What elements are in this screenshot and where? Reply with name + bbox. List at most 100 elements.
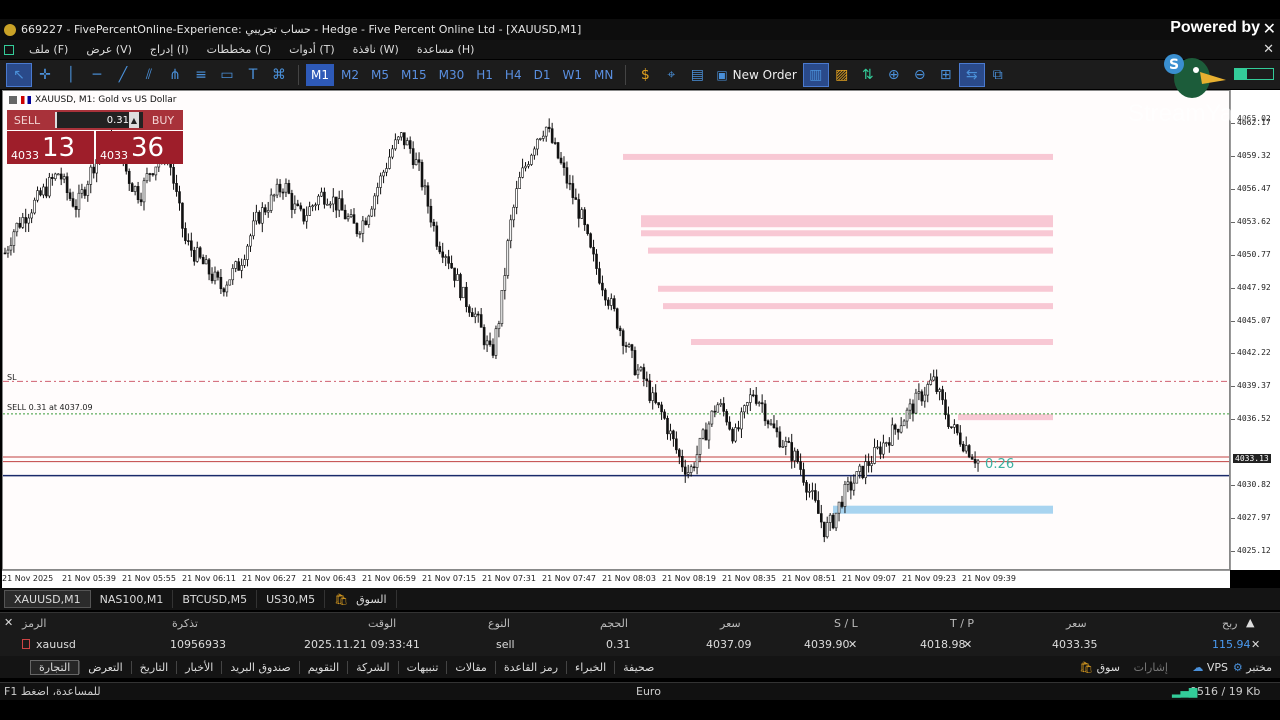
lot-increase-icon[interactable]: ▲ <box>129 112 139 128</box>
remove-tp-icon[interactable]: ✕ <box>963 638 972 651</box>
pitchfork-tool-icon[interactable]: ⋔ <box>162 63 188 87</box>
new-order-button[interactable]: ▣ New Order <box>710 68 802 82</box>
zoom-out-icon[interactable]: ⊖ <box>907 63 933 87</box>
tab-tester[interactable]: ⚙ مختبر <box>1233 661 1272 674</box>
menu-grip-icon <box>4 44 14 55</box>
timeframe-m30[interactable]: M30 <box>434 64 470 86</box>
candle-body <box>494 328 498 356</box>
tab-market-label: السوق <box>356 592 387 606</box>
candle-body <box>846 481 850 485</box>
horizontal-line-tool-icon[interactable]: ─ <box>84 63 110 87</box>
timeframe-h4[interactable]: H4 <box>500 64 527 86</box>
bottom-black-strip <box>0 700 1280 720</box>
sell-price-box[interactable]: 4033 13 <box>7 131 94 164</box>
cell-tp[interactable]: 4018.98 <box>920 638 966 651</box>
folder-icon[interactable]: ▨ <box>829 63 855 87</box>
tab-us30[interactable]: US30,M5 <box>257 590 326 608</box>
bar-chart-icon[interactable]: ▥ <box>802 62 829 87</box>
panel-close-icon[interactable]: ✕ <box>4 616 13 629</box>
scroll-up-icon[interactable]: ▲ <box>1246 616 1254 629</box>
channel-tool-icon[interactable]: ⫽ <box>136 63 162 87</box>
tab-nas100[interactable]: NAS100,M1 <box>91 590 174 608</box>
trend-line-tool-icon[interactable]: ╱ <box>110 63 136 87</box>
menu-charts[interactable]: مخططات (C) <box>198 43 281 56</box>
chart-shift-icon[interactable]: ⇆ <box>958 62 985 87</box>
menu-window[interactable]: نافذة (W) <box>344 43 408 56</box>
tab-code-base[interactable]: رمز القاعدة <box>494 660 566 674</box>
vertical-line-tool-icon[interactable]: │ <box>58 63 84 87</box>
rectangle-tool-icon[interactable]: ▭ <box>214 63 240 87</box>
remove-sl-icon[interactable]: ✕ <box>848 638 857 651</box>
buy-price-box[interactable]: 4033 36 <box>96 131 183 164</box>
tab-journal[interactable]: صحيفة <box>614 660 662 674</box>
timeframe-mn[interactable]: MN <box>589 64 618 86</box>
candle-body <box>83 189 87 196</box>
crosshair-tool-icon[interactable]: ✛ <box>32 63 58 87</box>
tab-market[interactable]: 🛍 السوق <box>325 590 397 608</box>
candle-body <box>3 252 7 255</box>
timeframe-h1[interactable]: H1 <box>471 64 498 86</box>
indicator-icon[interactable]: ⌖ <box>658 63 684 87</box>
price-chart[interactable]: XAUUSD, M1: Gold vs US Dollar SELL ▼ 0.3… <box>2 90 1230 570</box>
shapes-tool-icon[interactable]: ⌘ <box>266 63 292 87</box>
tab-news[interactable]: الأخبار <box>176 660 221 674</box>
candle-body <box>281 191 285 194</box>
price-axis[interactable]: 4065.02 4062.17 4059.32 4056.47 4053.62 4050… <box>1230 90 1280 570</box>
tab-signals[interactable]: إشارات <box>1134 661 1168 674</box>
menu-file[interactable]: ملف (F) <box>20 43 77 56</box>
menu-help[interactable]: مساعدة (H) <box>408 43 484 56</box>
candle-body <box>240 265 243 271</box>
menu-close-icon[interactable]: ✕ <box>1263 42 1274 57</box>
tab-xauusd[interactable]: XAUUSD,M1 <box>4 590 91 608</box>
candle-body <box>334 196 338 211</box>
tab-history[interactable]: التاريخ <box>130 660 177 674</box>
svg-text:S: S <box>1169 57 1179 73</box>
text-tool-icon[interactable]: T <box>240 63 266 87</box>
candle-body <box>536 138 539 150</box>
candle-body <box>819 513 823 523</box>
tab-mailbox[interactable]: صندوق البريد <box>221 660 298 674</box>
candle-body <box>888 442 891 446</box>
timeframe-m1[interactable]: M1 <box>306 63 334 86</box>
cursor-tool-icon[interactable]: ↖ <box>6 62 32 87</box>
sell-button[interactable]: SELL <box>7 110 47 130</box>
tab-experts[interactable]: الخبراء <box>566 660 614 674</box>
candle-body <box>80 189 84 194</box>
candle-body <box>834 512 838 529</box>
tab-btcusd[interactable]: BTCUSD,M5 <box>173 590 258 608</box>
tab-market-right[interactable]: 🛍 سوق <box>1079 661 1120 674</box>
close-icon[interactable]: ✕ <box>1263 19 1276 38</box>
tab-exposure[interactable]: التعرض <box>79 660 130 674</box>
timeframe-m15[interactable]: M15 <box>396 64 432 86</box>
templates-icon[interactable]: ▤ <box>684 63 710 87</box>
zoom-in-icon[interactable]: ⊕ <box>881 63 907 87</box>
candle-body <box>956 424 959 434</box>
dollar-icon[interactable]: $ <box>632 63 658 87</box>
timeframe-w1[interactable]: W1 <box>557 64 587 86</box>
autotrade-icon[interactable]: ⇅ <box>855 63 881 87</box>
tab-articles[interactable]: مقالات <box>446 660 494 674</box>
tab-alerts[interactable]: تنبيهات <box>397 660 447 674</box>
menu-tools[interactable]: أدوات (T) <box>280 43 344 56</box>
symbol-label: XAUUSD, M1: Gold vs US Dollar <box>35 95 177 105</box>
tile-windows-icon[interactable]: ⊞ <box>933 63 959 87</box>
toolbar-separator <box>625 64 627 85</box>
tab-calendar[interactable]: التقويم <box>298 660 347 674</box>
timeframe-m2[interactable]: M2 <box>336 64 364 86</box>
cell-sl[interactable]: 4039.90 <box>804 638 850 651</box>
candle-body <box>967 445 971 458</box>
time-axis[interactable]: 21 Nov 2025 21 Nov 05:39 21 Nov 05:55 21 No… <box>2 570 1230 588</box>
screenshot-icon[interactable]: ⧉ <box>985 63 1011 87</box>
tab-vps[interactable]: ☁ VPS <box>1192 661 1228 674</box>
fibonacci-tool-icon[interactable]: ≡ <box>188 63 214 87</box>
tab-trade[interactable]: التجارة <box>30 659 80 675</box>
tab-company[interactable]: الشركة <box>347 660 397 674</box>
cell-symbol[interactable]: xauusd <box>36 638 76 651</box>
menu-insert[interactable]: إدراج (I) <box>141 43 198 56</box>
timeframe-d1[interactable]: D1 <box>529 64 556 86</box>
timeframe-m5[interactable]: M5 <box>366 64 394 86</box>
buy-button[interactable]: BUY <box>143 110 183 130</box>
close-position-icon[interactable]: ✕ <box>1251 638 1260 651</box>
menu-view[interactable]: عرض (V) <box>77 43 141 56</box>
candle-body <box>252 220 255 237</box>
